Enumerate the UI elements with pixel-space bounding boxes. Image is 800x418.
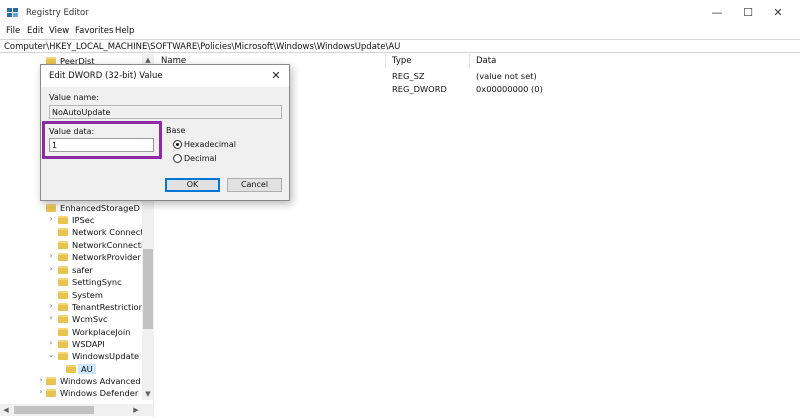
tree-item-label: safer	[72, 265, 93, 275]
folder-icon	[58, 340, 68, 348]
row-type[interactable]: REG_SZ	[392, 71, 425, 81]
tree-item[interactable]: › TenantRestrictions	[36, 302, 149, 314]
folder-icon	[58, 315, 68, 323]
ok-button[interactable]: OK	[165, 178, 220, 192]
tree-item-label: Windows Defender	[60, 388, 139, 398]
tree-item[interactable]: System	[36, 290, 142, 302]
hexadecimal-label[interactable]: Hexadecimal	[184, 140, 236, 149]
folder-icon	[66, 365, 76, 373]
menu-bar: File Edit View Favorites Help	[0, 25, 800, 39]
scroll-left-icon[interactable]: ◀	[0, 404, 12, 416]
tree-item[interactable]: › IPSec	[36, 215, 142, 227]
menu-view[interactable]: View	[49, 26, 69, 36]
tree-item[interactable]: › Windows Defender	[36, 388, 142, 400]
tree-item[interactable]: › NetworkProvider	[36, 252, 142, 264]
tree-item-label: System	[72, 290, 103, 300]
expand-icon[interactable]: ›	[46, 265, 56, 273]
tree-item[interactable]: WorkplaceJoin	[36, 327, 142, 339]
minimize-button[interactable]: —	[706, 4, 728, 22]
tree-item-label: Windows Advanced T	[60, 376, 149, 386]
folder-icon	[58, 303, 68, 311]
folder-icon	[58, 278, 68, 286]
tree-item-label: IPSec	[72, 215, 95, 225]
column-divider[interactable]	[385, 54, 386, 68]
window-title: Registry Editor	[26, 8, 89, 18]
tree-item[interactable]: Network Connectic	[36, 227, 150, 239]
tree-item-selected[interactable]: AU	[0, 364, 142, 376]
expand-icon[interactable]: ›	[46, 215, 56, 223]
expand-icon[interactable]: ›	[46, 302, 56, 310]
folder-icon	[58, 266, 68, 274]
close-icon[interactable]: ✕	[269, 69, 283, 83]
row-type[interactable]: REG_DWORD	[392, 84, 447, 94]
maximize-button[interactable]: ☐	[737, 4, 759, 22]
column-header-type[interactable]: Type	[392, 56, 412, 66]
tree-item[interactable]: › WcmSvc	[36, 314, 142, 326]
row-data[interactable]: (value not set)	[476, 71, 537, 81]
value-data-highlight	[42, 121, 162, 159]
hexadecimal-radio[interactable]	[173, 140, 182, 149]
value-name-field[interactable]	[49, 105, 282, 119]
tree-item-label: WSDAPI	[72, 339, 105, 349]
folder-icon	[58, 253, 68, 261]
menu-favorites[interactable]: Favorites	[75, 26, 113, 36]
tree-item[interactable]: EnhancedStorageD	[36, 203, 142, 215]
column-divider[interactable]	[469, 54, 470, 68]
scrollbar-thumb[interactable]	[143, 249, 153, 329]
title-bar: Registry Editor — ☐ ✕	[0, 0, 800, 26]
tree-item-label: Network Connectic	[72, 227, 151, 237]
scroll-right-icon[interactable]: ▶	[130, 404, 142, 416]
tree-item[interactable]: ⌄ WindowsUpdate	[36, 351, 142, 363]
tree-item-label: AU	[78, 364, 96, 374]
base-group: Base Hexadecimal Decimal	[164, 125, 283, 171]
tree-item[interactable]: NetworkConnectivi	[36, 240, 150, 252]
base-label: Base	[166, 126, 186, 135]
scroll-down-icon[interactable]: ▼	[142, 388, 154, 400]
folder-icon	[58, 228, 68, 236]
expand-icon[interactable]: ›	[36, 388, 46, 396]
tree-item-label: TenantRestrictions	[72, 302, 149, 312]
expand-icon[interactable]: ›	[36, 376, 46, 384]
tree-item-label: NetworkProvider	[72, 252, 141, 262]
folder-icon	[58, 328, 68, 336]
tree-item[interactable]: SettingSync	[36, 277, 142, 289]
tree-item[interactable]: › WSDAPI	[36, 339, 142, 351]
collapse-icon[interactable]: ⌄	[46, 351, 56, 359]
tree-item-label: SettingSync	[72, 277, 122, 287]
menu-edit[interactable]: Edit	[27, 26, 43, 36]
dialog-title: Edit DWORD (32-bit) Value	[49, 71, 163, 81]
row-data[interactable]: 0x00000000 (0)	[476, 84, 543, 94]
decimal-label[interactable]: Decimal	[184, 154, 217, 163]
folder-icon	[46, 204, 56, 212]
address-bar[interactable]: Computer\HKEY_LOCAL_MACHINE\SOFTWARE\Pol…	[0, 39, 800, 53]
folder-icon	[46, 377, 56, 385]
folder-icon	[46, 389, 56, 397]
tree-item-label: NetworkConnectivi	[72, 240, 151, 250]
close-window-button[interactable]: ✕	[767, 4, 789, 22]
tree-item-label: WcmSvc	[72, 314, 108, 324]
tree-item-label: EnhancedStorageD	[60, 203, 140, 213]
decimal-radio[interactable]	[173, 154, 182, 163]
tree-horizontal-scrollbar[interactable]: ◀ ▶	[0, 404, 154, 416]
registry-editor-icon	[7, 8, 18, 17]
menu-help[interactable]: Help	[115, 26, 134, 36]
dialog-title-bar: Edit DWORD (32-bit) Value ✕	[41, 65, 289, 87]
tree-item-label: WorkplaceJoin	[72, 327, 131, 337]
folder-icon	[58, 216, 68, 224]
tree-item-label: WindowsUpdate	[72, 351, 140, 361]
expand-icon[interactable]: ›	[46, 339, 56, 347]
address-path: Computer\HKEY_LOCAL_MACHINE\SOFTWARE\Pol…	[4, 42, 401, 52]
menu-file[interactable]: File	[6, 26, 20, 36]
value-name-label: Value name:	[49, 93, 99, 102]
cancel-button[interactable]: Cancel	[227, 178, 282, 192]
scrollbar-thumb[interactable]	[14, 406, 94, 414]
tree-item[interactable]: › safer	[36, 265, 142, 277]
folder-icon	[58, 291, 68, 299]
folder-icon	[58, 241, 68, 249]
column-header-data[interactable]: Data	[476, 56, 496, 66]
expand-icon[interactable]: ›	[46, 314, 56, 322]
folder-icon	[58, 352, 68, 360]
expand-icon[interactable]: ›	[46, 252, 56, 260]
tree-item[interactable]: › Windows Advanced T	[36, 376, 149, 388]
